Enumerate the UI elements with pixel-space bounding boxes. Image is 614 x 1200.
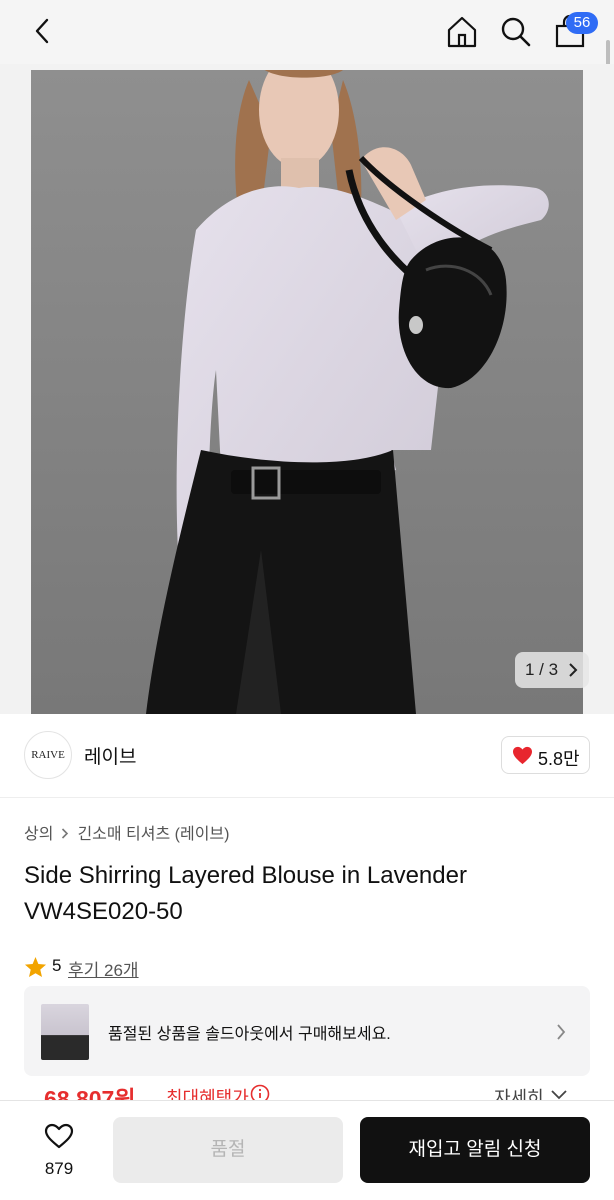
restock-alert-button[interactable]: 재입고 알림 신청: [360, 1117, 590, 1183]
brand-like-count: 5.8만: [538, 749, 580, 769]
chevron-right-icon: [569, 663, 578, 677]
product-title: Side Shirring Layered Blouse in Lavender…: [24, 862, 467, 925]
breadcrumb-category[interactable]: 상의: [24, 826, 53, 843]
brand-like-button[interactable]: 5.8만: [501, 736, 590, 774]
search-button[interactable]: [498, 14, 534, 50]
search-icon: [501, 17, 531, 47]
home-button[interactable]: [444, 14, 480, 50]
rating-score: 5: [52, 956, 62, 975]
product-photo: [31, 70, 583, 714]
breadcrumb-subcategory[interactable]: 긴소매 티셔츠 (레이브): [77, 826, 229, 843]
wishlist-count: 879: [44, 1159, 74, 1178]
cart-count-badge: 56: [566, 12, 598, 34]
home-icon: [447, 16, 477, 48]
soldout-marketplace-banner[interactable]: 품절된 상품을 솔드아웃에서 구매해보세요.: [24, 986, 590, 1076]
brand-logo[interactable]: RAIVE: [24, 731, 72, 779]
star-icon: [24, 956, 47, 978]
chevron-right-icon: [557, 1024, 566, 1040]
image-counter-label: 1 / 3: [525, 660, 559, 679]
model-illustration: [31, 70, 583, 714]
chevron-left-icon: [35, 18, 49, 44]
image-counter-button[interactable]: 1 / 3: [515, 652, 589, 688]
breadcrumb: 상의 긴소매 티셔츠 (레이브): [24, 820, 229, 844]
heart-filled-icon: [513, 746, 532, 765]
bottom-action-bar: 879 품절 재입고 알림 신청: [0, 1100, 614, 1200]
wishlist-button[interactable]: 879: [24, 1119, 94, 1183]
review-count-link[interactable]: 후기 26개: [68, 956, 139, 981]
heart-outline-icon: [44, 1123, 74, 1149]
chevron-down-icon: [551, 1090, 567, 1100]
brand-name[interactable]: 레이브: [84, 742, 136, 769]
chevron-right-icon: [62, 828, 69, 839]
product-thumbnail: [41, 1004, 89, 1060]
brand-row[interactable]: RAIVE 레이브 5.8만: [0, 714, 614, 798]
product-image-gallery[interactable]: 1 / 3: [0, 64, 614, 714]
top-navigation-bar: 56: [0, 0, 614, 64]
soldout-button[interactable]: 품절: [113, 1117, 343, 1183]
back-button[interactable]: [26, 14, 60, 48]
soldout-banner-text: 품절된 상품을 솔드아웃에서 구매해보세요.: [108, 1026, 391, 1043]
brand-logo-text: RAIVE: [31, 749, 65, 761]
